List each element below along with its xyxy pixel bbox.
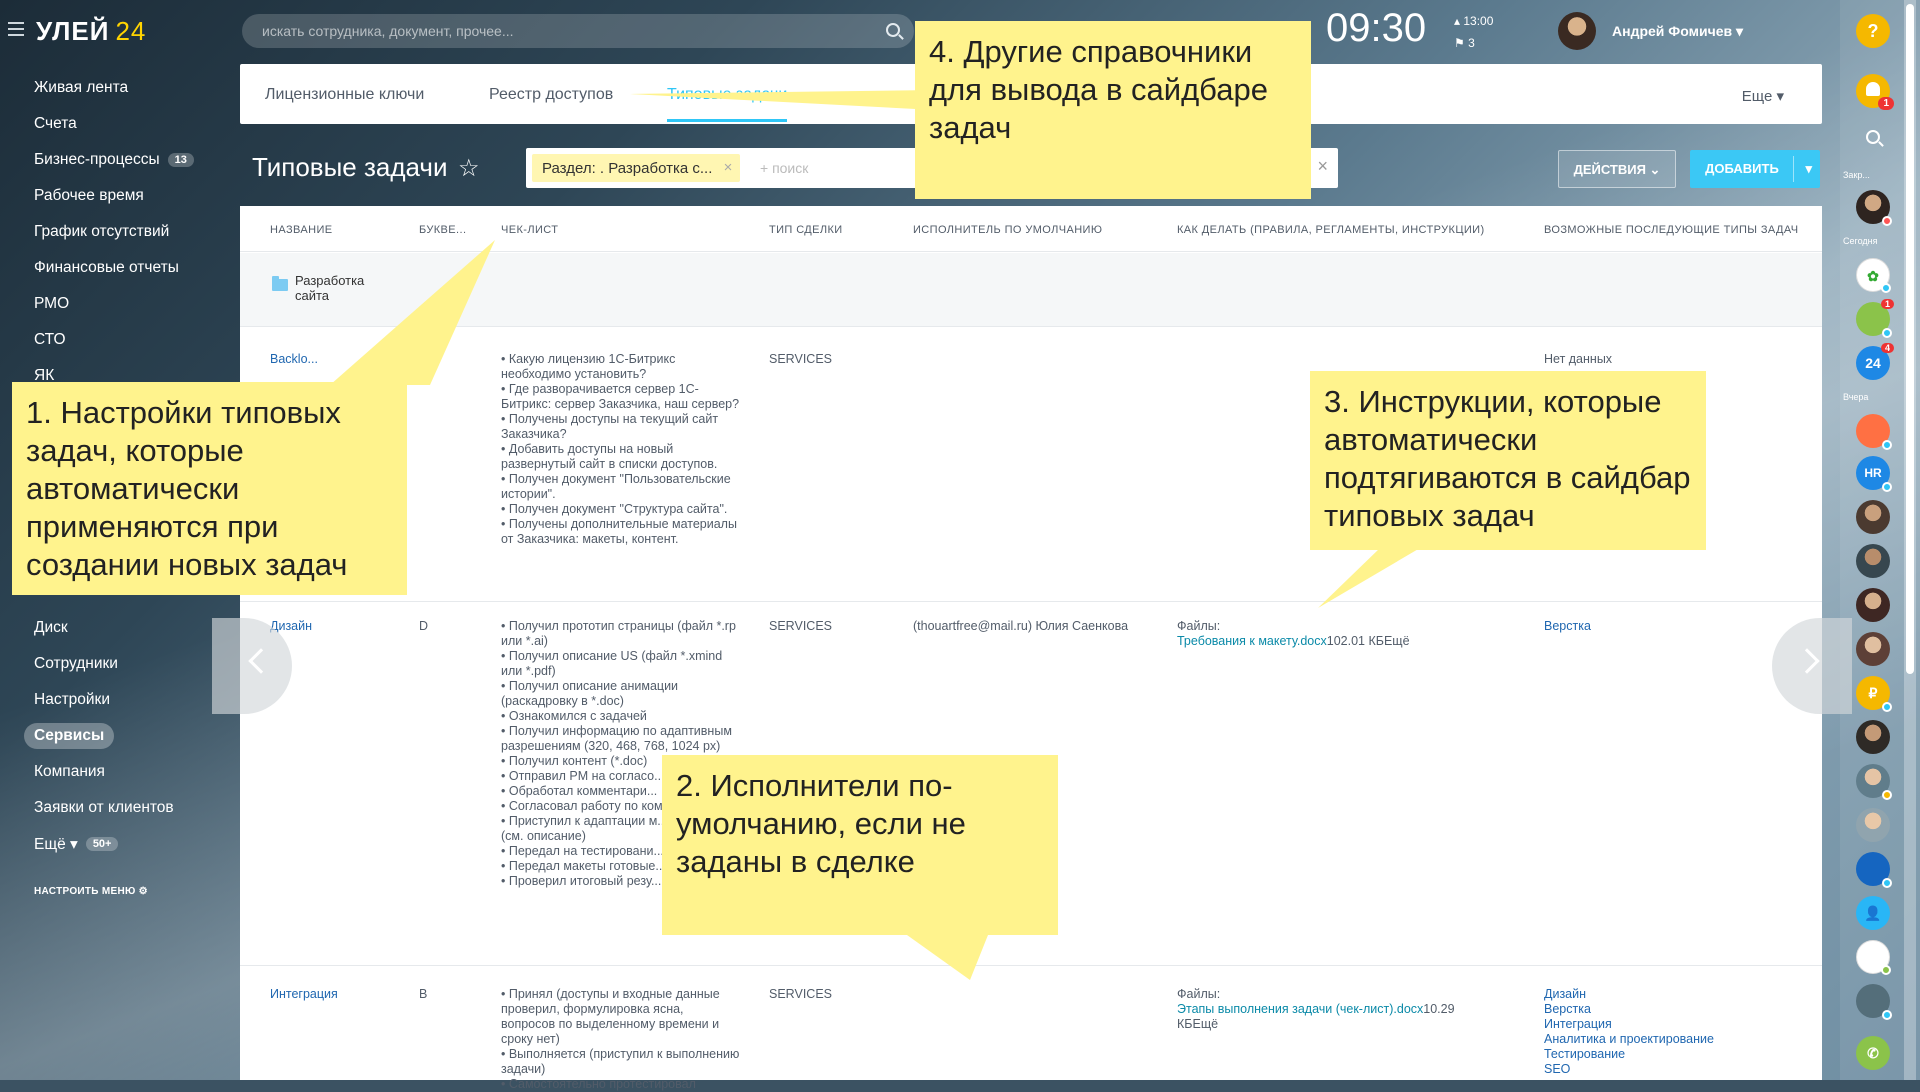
callout-3: 3. Инструкции, которые автоматически под… bbox=[1310, 371, 1706, 550]
callout-3-tail bbox=[1318, 548, 1420, 608]
callout-1: 1. Настройки типовых задач, которые авто… bbox=[12, 382, 407, 595]
callout-1-tail bbox=[330, 240, 495, 385]
callout-4: 4. Другие справочники для вывода в сайдб… bbox=[915, 21, 1311, 199]
callout-4-tail bbox=[630, 90, 935, 110]
callout-2-tail bbox=[900, 930, 990, 980]
callout-2: 2. Исполнители по-умолчанию, если не зад… bbox=[662, 755, 1058, 935]
